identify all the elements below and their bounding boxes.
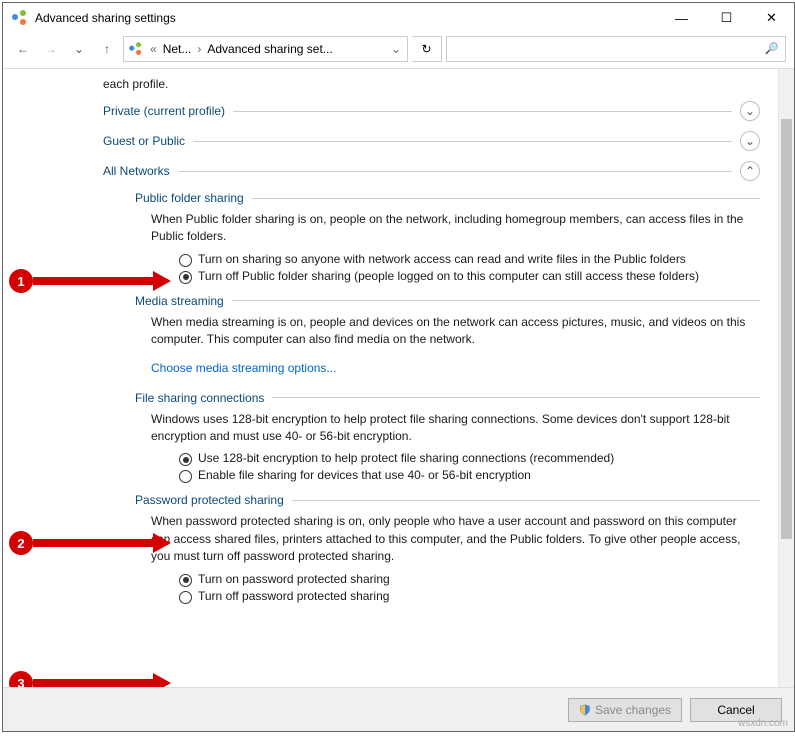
radio-icon [179,591,192,604]
minimize-button[interactable]: — [659,4,704,32]
chevron-down-icon[interactable]: ⌄ [740,131,760,151]
scroll-thumb[interactable] [781,119,792,539]
breadcrumb-current[interactable]: Advanced sharing set... [207,42,332,56]
network-center-icon [129,42,143,56]
chevron-down-icon[interactable]: ⌄ [740,101,760,121]
public-folder-desc: When Public folder sharing is on, people… [151,211,748,246]
radio-public-folder-on[interactable]: Turn on sharing so anyone with network a… [179,252,760,267]
radio-icon [179,271,192,284]
settings-panel: each profile. Private (current profile) … [3,69,778,687]
recent-locations-button[interactable]: ⌄ [67,37,91,61]
profile-private-label: Private (current profile) [103,104,225,118]
titlebar: Advanced sharing settings — ☐ ✕ [3,3,794,33]
section-password-protected-sharing: Password protected sharing [135,493,760,507]
maximize-button[interactable]: ☐ [704,4,749,32]
file-sharing-desc: Windows uses 128-bit encryption to help … [151,411,748,446]
footer-bar: Save changes Cancel [3,687,794,731]
radio-password-on[interactable]: Turn on password protected sharing [179,572,760,587]
address-dropdown-icon[interactable]: ⌄ [389,42,403,56]
forward-button[interactable]: → [39,37,63,61]
chevron-up-icon[interactable]: ⌃ [740,161,760,181]
radio-icon [179,470,192,483]
profile-guest-label: Guest or Public [103,134,185,148]
save-changes-button[interactable]: Save changes [568,698,682,722]
radio-icon [179,453,192,466]
shield-icon [579,704,591,716]
link-media-streaming-options[interactable]: Choose media streaming options... [151,361,336,375]
content-area: each profile. Private (current profile) … [3,69,794,687]
section-media-streaming: Media streaming [135,294,760,308]
radio-icon [179,574,192,587]
close-button[interactable]: ✕ [749,4,794,32]
intro-fragment: each profile. [103,77,760,91]
address-bar[interactable]: « Net... › Advanced sharing set... ⌄ [123,36,408,62]
radio-encryption-4056[interactable]: Enable file sharing for devices that use… [179,468,760,483]
up-button[interactable]: ↑ [95,37,119,61]
window-title: Advanced sharing settings [35,11,176,25]
profile-allnetworks-label: All Networks [103,164,170,178]
breadcrumb-prefix: « [148,42,159,56]
profile-allnetworks-header[interactable]: All Networks ⌃ [103,161,760,181]
password-protected-desc: When password protected sharing is on, o… [151,513,748,565]
radio-encryption-128[interactable]: Use 128-bit encryption to help protect f… [179,451,760,466]
profile-private-header[interactable]: Private (current profile) ⌄ [103,101,760,121]
section-public-folder-sharing: Public folder sharing [135,191,760,205]
radio-public-folder-off[interactable]: Turn off Public folder sharing (people l… [179,269,760,284]
section-file-sharing-connections: File sharing connections [135,391,760,405]
refresh-button[interactable]: ↻ [412,36,442,62]
explorer-toolbar: ← → ⌄ ↑ « Net... › Advanced sharing set.… [3,33,794,69]
radio-icon [179,254,192,267]
vertical-scrollbar[interactable] [778,69,794,687]
watermark: wsxdn.com [738,718,788,729]
search-box[interactable]: 🔍 [446,36,786,62]
media-streaming-desc: When media streaming is on, people and d… [151,314,748,349]
search-icon: 🔍 [765,42,779,55]
breadcrumb-network[interactable]: Net... [163,42,192,56]
network-center-icon [11,9,29,27]
profile-guest-header[interactable]: Guest or Public ⌄ [103,131,760,151]
back-button[interactable]: ← [11,37,35,61]
radio-password-off[interactable]: Turn off password protected sharing [179,589,760,604]
breadcrumb-separator: › [195,42,203,56]
advanced-sharing-window: Advanced sharing settings — ☐ ✕ ← → ⌄ ↑ … [2,2,795,732]
